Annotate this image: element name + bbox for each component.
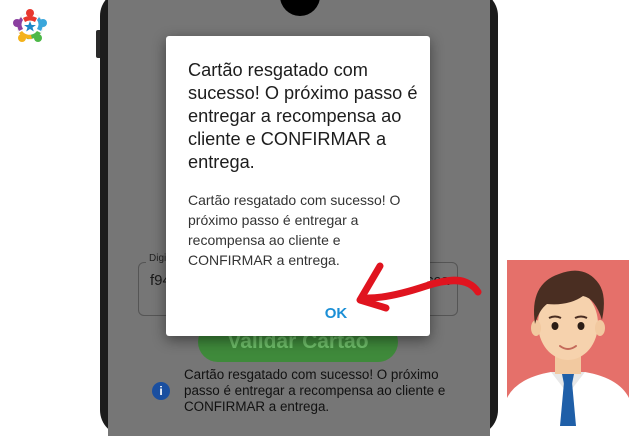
ok-button[interactable]: OK <box>316 300 356 326</box>
red-arrow-icon <box>356 262 482 312</box>
info-message: Cartão resgatado com sucesso! O próximo … <box>184 367 446 414</box>
user-avatar-icon <box>507 260 629 426</box>
info-icon: i <box>152 382 170 400</box>
camera-notch <box>280 0 320 16</box>
dialog-title: Cartão resgatado com sucesso! O próximo … <box>188 60 418 172</box>
community-logo-icon <box>13 9 47 42</box>
